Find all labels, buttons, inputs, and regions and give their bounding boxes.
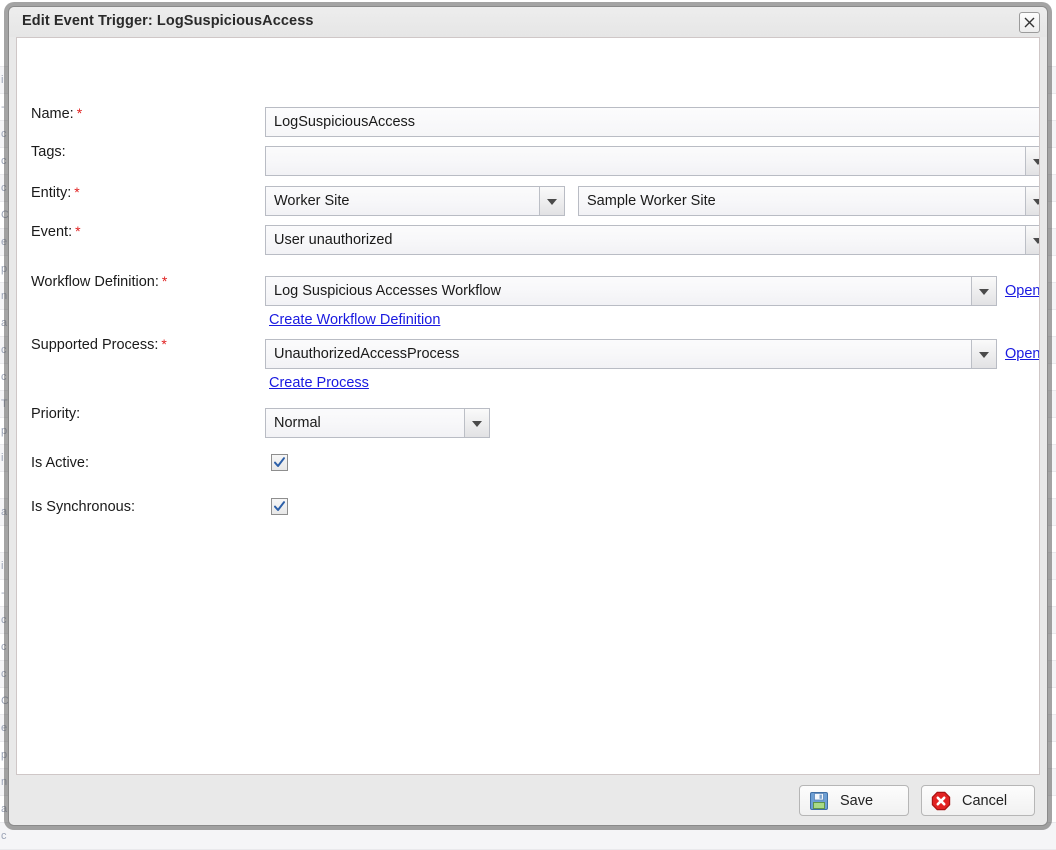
required-asterisk: * [162,273,167,289]
workflow-definition-value: Log Suspicious Accesses Workflow [274,283,501,299]
label-is-active-text: Is Active: [31,455,89,471]
tags-select[interactable] [265,146,1040,176]
entity-type-select[interactable]: Worker Site [265,186,565,216]
label-entity: Entity:* [31,181,80,204]
form-row-is-active: Is Active: [17,452,1039,482]
is-active-checkbox[interactable] [271,454,288,471]
chevron-down-icon [971,277,996,305]
label-workflow-definition: Workflow Definition:* [31,270,167,293]
label-is-active: Is Active: [31,452,89,474]
label-supported-process: Supported Process:* [31,333,167,356]
cancel-button[interactable]: Cancel [921,785,1035,816]
dialog-titlebar: Edit Event Trigger: LogSuspiciousAccess [9,7,1047,37]
floppy-disk-icon [808,790,830,812]
label-name-text: Name: [31,106,74,122]
open-workflow-definition-link[interactable]: Open [1005,281,1040,301]
priority-select-value: Normal [274,415,321,431]
close-icon[interactable] [1019,12,1040,33]
required-asterisk: * [77,105,82,121]
save-button-label: Save [840,793,873,809]
label-is-synchronous: Is Synchronous: [31,496,135,518]
required-asterisk: * [74,184,79,200]
name-input-value: LogSuspiciousAccess [274,114,415,130]
entity-type-value: Worker Site [274,193,349,209]
form-row-is-synchronous: Is Synchronous: [17,496,1039,526]
label-supported-process-text: Supported Process: [31,337,158,353]
save-button[interactable]: Save [799,785,909,816]
is-synchronous-checkbox[interactable] [271,498,288,515]
background-row: c [0,823,1056,850]
label-workflow-definition-text: Workflow Definition: [31,274,159,290]
label-name: Name:* [31,102,82,125]
red-octagon-x-icon [930,790,952,812]
form-row-supported-process: Supported Process:* UnauthorizedAccessPr… [17,333,1039,363]
form-row-workflow-definition: Workflow Definition:* Log Suspicious Acc… [17,270,1039,300]
workflow-definition-select[interactable]: Log Suspicious Accesses Workflow [265,276,997,306]
supported-process-select[interactable]: UnauthorizedAccessProcess [265,339,997,369]
form-row-tags: Tags: [17,141,1039,171]
dialog-body: Name:* LogSuspiciousAccess Tags: [16,37,1040,775]
chevron-down-icon [539,187,564,215]
dialog-footer: Save Cancel [9,775,1047,825]
chevron-down-icon [1025,226,1040,254]
event-select-value: User unauthorized [274,232,393,248]
form-row-entity: Entity:* Worker Site Sample Worker Site [17,181,1039,211]
required-asterisk: * [75,223,80,239]
create-process-link[interactable]: Create Process [269,373,369,393]
form-row-priority: Priority: Normal [17,403,1039,433]
supported-process-value: UnauthorizedAccessProcess [274,346,459,362]
chevron-down-icon [1025,147,1040,175]
form-row-name: Name:* LogSuspiciousAccess [17,102,1039,132]
priority-select[interactable]: Normal [265,408,490,438]
chevron-down-icon [464,409,489,437]
form-row-event: Event:* User unauthorized [17,220,1039,250]
event-select[interactable]: User unauthorized [265,225,1040,255]
create-workflow-definition-link[interactable]: Create Workflow Definition [269,310,440,330]
name-input[interactable]: LogSuspiciousAccess [265,107,1040,137]
cancel-button-label: Cancel [962,793,1007,809]
edit-event-trigger-dialog: Edit Event Trigger: LogSuspiciousAccess … [8,6,1048,826]
entity-instance-value: Sample Worker Site [587,193,716,209]
label-event-text: Event: [31,224,72,240]
open-supported-process-link[interactable]: Open [1005,344,1040,364]
dialog-title: Edit Event Trigger: LogSuspiciousAccess [22,13,314,29]
label-priority: Priority: [31,403,80,425]
entity-instance-select[interactable]: Sample Worker Site [578,186,1040,216]
chevron-down-icon [1025,187,1040,215]
label-tags-text: Tags: [31,144,66,160]
label-priority-text: Priority: [31,406,80,422]
label-is-synchronous-text: Is Synchronous: [31,499,135,515]
label-event: Event:* [31,220,81,243]
label-tags: Tags: [31,141,66,163]
label-entity-text: Entity: [31,185,71,201]
chevron-down-icon [971,340,996,368]
event-trigger-form: Name:* LogSuspiciousAccess Tags: [17,38,1039,774]
required-asterisk: * [161,336,166,352]
